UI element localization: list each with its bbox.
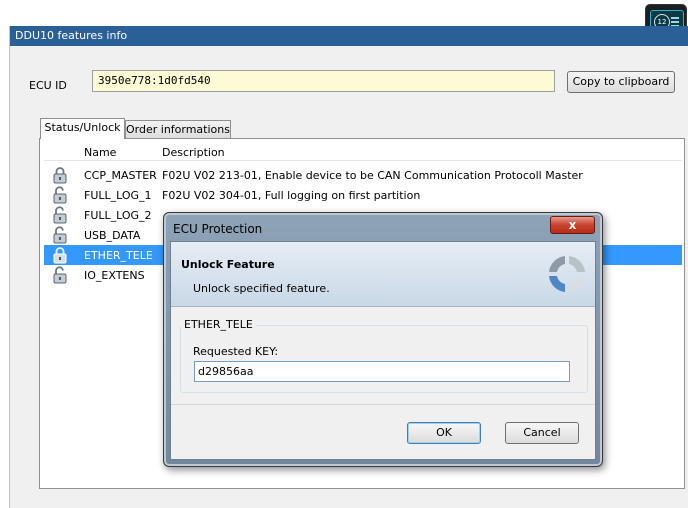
feature-name: USB_DATA xyxy=(84,229,141,242)
tab-status-unlock[interactable]: Status/Unlock xyxy=(40,118,125,139)
tab-order-informations[interactable]: Order informations xyxy=(125,120,231,139)
list-header: Name Description xyxy=(44,144,682,161)
feature-name: FULL_LOG_2 xyxy=(84,209,152,222)
ecu-protection-dialog: ECU Protection x Unlock Feature Unlock s… xyxy=(163,212,603,467)
close-icon[interactable]: x xyxy=(550,216,595,234)
dialog-header: Unlock Feature Unlock specified feature. xyxy=(171,242,595,307)
lock-open-icon xyxy=(53,206,67,224)
feature-name: ETHER_TELE xyxy=(84,249,153,262)
lock-open-icon xyxy=(53,266,67,284)
feature-description: F02U V02 213-01, Enable device to be CAN… xyxy=(162,169,583,182)
dialog-title: ECU Protection xyxy=(173,222,263,236)
list-item[interactable]: FULL_LOG_1 F02U V02 304-01, Full logging… xyxy=(44,185,682,205)
feature-description: F02U V02 304-01, Full logging on first p… xyxy=(162,189,421,202)
ecu-id-field[interactable]: 3950e778:1d0fd540 xyxy=(92,70,555,92)
feature-name: CCP_MASTER xyxy=(84,169,157,182)
copy-to-clipboard-button[interactable]: Copy to clipboard xyxy=(567,71,675,93)
lock-open-icon xyxy=(53,186,67,204)
dialog-body: Unlock Feature Unlock specified feature.… xyxy=(170,241,596,460)
lock-closed-icon xyxy=(53,247,67,264)
cancel-button[interactable]: Cancel xyxy=(505,422,579,444)
column-header-name[interactable]: Name xyxy=(84,146,116,159)
list-item[interactable]: CCP_MASTER F02U V02 213-01, Enable devic… xyxy=(44,165,682,185)
unlock-feature-subtitle: Unlock specified feature. xyxy=(193,282,330,295)
ok-button[interactable]: OK xyxy=(407,422,481,444)
lock-closed-icon xyxy=(53,167,67,184)
lock-open-icon xyxy=(53,226,67,244)
feature-group-box xyxy=(180,325,588,393)
feature-group-title: ETHER_TELE xyxy=(181,318,256,331)
requested-key-label: Requested KEY: xyxy=(193,345,279,358)
window-title: DDU10 features info xyxy=(10,26,688,46)
divider xyxy=(171,404,595,405)
feature-name: FULL_LOG_1 xyxy=(84,189,152,202)
app-logo-icon xyxy=(549,256,585,292)
feature-name: IO_EXTENS xyxy=(84,269,145,282)
column-header-description[interactable]: Description xyxy=(162,146,225,159)
unlock-feature-heading: Unlock Feature xyxy=(181,258,275,271)
ecu-id-label: ECU ID xyxy=(29,79,67,92)
requested-key-input[interactable]: d29856aa xyxy=(194,361,570,382)
